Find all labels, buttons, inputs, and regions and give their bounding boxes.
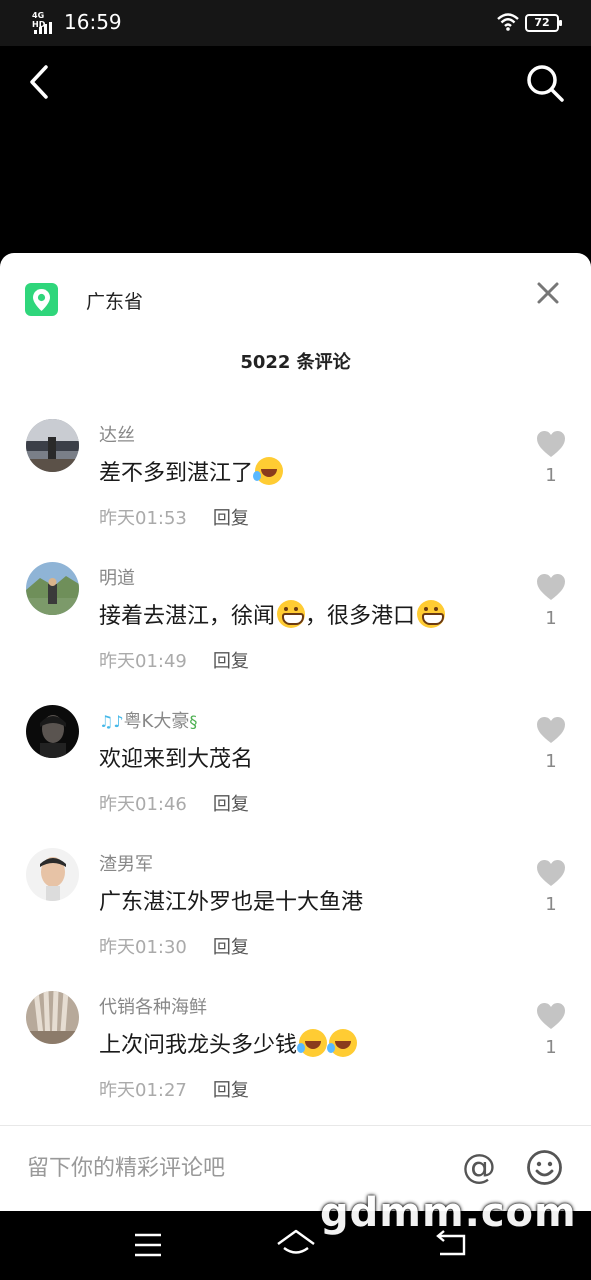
avatar[interactable] bbox=[26, 705, 79, 758]
comment-text: 欢迎来到大茂名 bbox=[99, 747, 254, 772]
grinning-emoji-icon bbox=[277, 600, 306, 628]
like-button[interactable] bbox=[536, 430, 566, 458]
heart-icon bbox=[537, 1003, 565, 1029]
laughing-tears-emoji-icon bbox=[297, 1029, 328, 1057]
username[interactable]: ♫♪粤K大豪§ bbox=[99, 707, 197, 733]
reply-button[interactable]: 回复 bbox=[213, 790, 249, 816]
comment-item: ♫♪粤K大豪§ 欢迎来到大茂名 昨天01:46 回复 1 bbox=[0, 705, 591, 835]
comments-sheet: 广东省 5022 条评论 达丝 差不多到湛江了 昨天01:53 回复 1 明道 … bbox=[0, 253, 591, 1211]
avatar[interactable] bbox=[26, 419, 79, 472]
location-pin-icon bbox=[25, 283, 58, 316]
snake-icon: § bbox=[189, 712, 198, 731]
heart-icon bbox=[537, 860, 565, 886]
like-count: 1 bbox=[545, 465, 557, 486]
comment-item: 明道 接着去湛江，徐闻 ，很多港口 昨天01:49 回复 1 bbox=[0, 562, 591, 692]
grinning-emoji-icon bbox=[417, 600, 446, 628]
comment-time: 昨天01:27 bbox=[99, 1080, 187, 1101]
home-icon bbox=[277, 1229, 315, 1254]
heart-icon bbox=[537, 574, 565, 600]
reply-button[interactable]: 回复 bbox=[213, 1076, 249, 1102]
like-button[interactable] bbox=[536, 716, 566, 744]
close-button[interactable] bbox=[532, 277, 564, 309]
home-button[interactable] bbox=[276, 1228, 316, 1260]
laughing-tears-emoji-icon bbox=[253, 457, 284, 485]
comment-text: 接着去湛江，徐闻 ，很多港口 bbox=[99, 598, 446, 630]
status-time: 16:59 bbox=[64, 10, 122, 34]
emoji-button[interactable] bbox=[526, 1149, 563, 1186]
like-count: 1 bbox=[545, 894, 557, 915]
comment-count: 5022 条评论 bbox=[240, 352, 351, 373]
like-button[interactable] bbox=[536, 573, 566, 601]
comment-text: 差不多到湛江了 bbox=[99, 455, 284, 487]
reply-button[interactable]: 回复 bbox=[213, 933, 249, 959]
smiley-icon bbox=[527, 1150, 562, 1185]
close-icon bbox=[537, 282, 559, 304]
comment-time: 昨天01:46 bbox=[99, 794, 187, 815]
comment-meta: 昨天01:49 回复 bbox=[99, 647, 249, 673]
avatar[interactable] bbox=[26, 991, 79, 1044]
reply-button[interactable]: 回复 bbox=[213, 504, 249, 530]
comment-meta: 昨天01:53 回复 bbox=[99, 504, 249, 530]
laughing-tears-emoji-icon bbox=[327, 1029, 358, 1057]
status-bar: 4G HD 16:59 72 bbox=[0, 0, 591, 46]
comment-text: 广东湛江外罗也是十大鱼港 bbox=[99, 890, 364, 915]
back-button[interactable] bbox=[22, 60, 58, 104]
username[interactable]: 代销各种海鲜 bbox=[99, 993, 207, 1019]
heart-icon bbox=[537, 717, 565, 743]
menu-button[interactable] bbox=[134, 1232, 162, 1258]
comment-input[interactable] bbox=[27, 1153, 427, 1183]
search-icon bbox=[527, 65, 564, 102]
wifi-icon bbox=[496, 12, 520, 34]
comment-item: 代销各种海鲜 上次问我龙头多少钱 昨天01:27 回复 1 bbox=[0, 991, 591, 1121]
battery-indicator: 72 bbox=[525, 14, 562, 32]
reply-button[interactable]: 回复 bbox=[213, 647, 249, 673]
comment-text: 上次问我龙头多少钱 bbox=[99, 1027, 358, 1059]
like-count: 1 bbox=[545, 608, 557, 629]
heart-icon bbox=[537, 431, 565, 457]
music-notes-icon: ♫♪ bbox=[99, 712, 124, 731]
like-count: 1 bbox=[545, 1037, 557, 1058]
location-label[interactable]: 广东省 bbox=[86, 287, 143, 314]
like-button[interactable] bbox=[536, 859, 566, 887]
search-button[interactable] bbox=[522, 60, 568, 106]
comment-meta: 昨天01:46 回复 bbox=[99, 790, 249, 816]
watermark: gdmm.com bbox=[320, 1190, 577, 1236]
username[interactable]: 明道 bbox=[99, 564, 135, 590]
comment-time: 昨天01:30 bbox=[99, 937, 187, 958]
screen: 4G HD 16:59 72 广东省 5022 条评论 达丝 差不多到湛江了 昨… bbox=[0, 0, 591, 1280]
chevron-left-icon bbox=[30, 65, 48, 99]
like-count: 1 bbox=[545, 751, 557, 772]
avatar[interactable] bbox=[26, 562, 79, 615]
menu-icon bbox=[135, 1233, 161, 1257]
signal-icon: 4G HD bbox=[32, 11, 56, 34]
comment-meta: 昨天01:27 回复 bbox=[99, 1076, 249, 1102]
comment-time: 昨天01:53 bbox=[99, 508, 187, 529]
avatar[interactable] bbox=[26, 848, 79, 901]
username[interactable]: 达丝 bbox=[99, 421, 135, 447]
username[interactable]: 渣男军 bbox=[99, 850, 153, 876]
comment-meta: 昨天01:30 回复 bbox=[99, 933, 249, 959]
comment-item: 达丝 差不多到湛江了 昨天01:53 回复 1 bbox=[0, 419, 591, 549]
comment-time: 昨天01:49 bbox=[99, 651, 187, 672]
comment-item: 渣男军 广东湛江外罗也是十大鱼港 昨天01:30 回复 1 bbox=[0, 848, 591, 978]
mention-button[interactable]: @ bbox=[460, 1148, 498, 1186]
like-button[interactable] bbox=[536, 1002, 566, 1030]
